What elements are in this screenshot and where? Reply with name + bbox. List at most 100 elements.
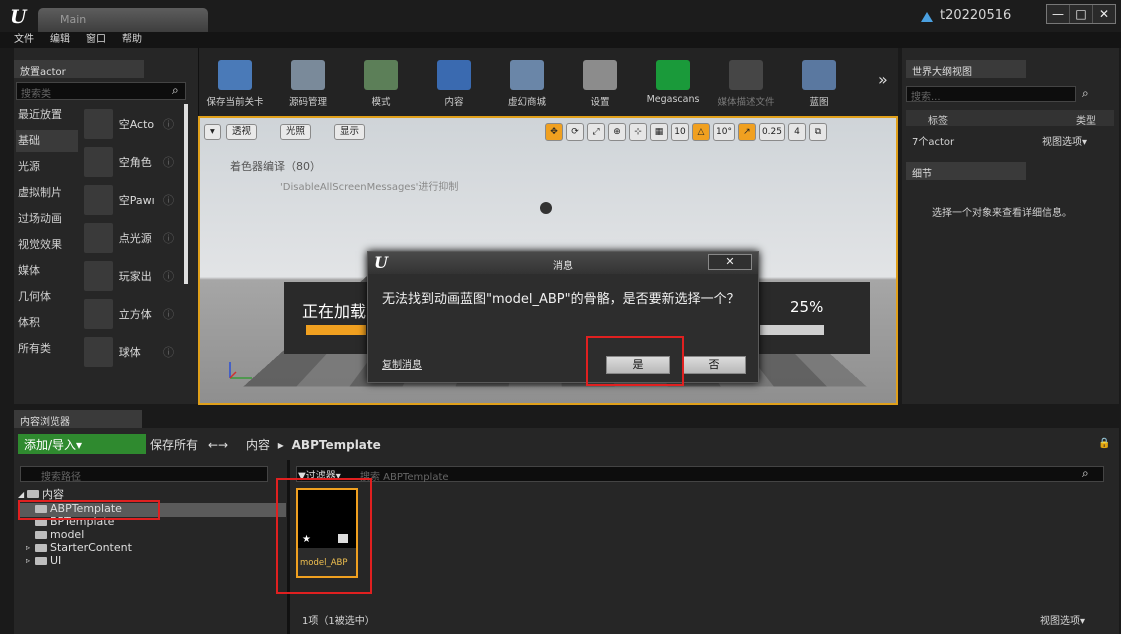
maximize-button[interactable]: □: [1070, 5, 1093, 23]
save-all-button[interactable]: 保存所有: [150, 436, 198, 453]
tab-main[interactable]: Main: [38, 8, 208, 32]
toolbar-button-label: 保存当前关卡: [206, 97, 264, 108]
toolbar-button[interactable]: 蓝图: [784, 60, 854, 108]
place-category[interactable]: 过场动画: [16, 208, 78, 230]
menu-help[interactable]: 帮助: [122, 32, 142, 48]
folder-icon: [35, 543, 47, 552]
project-name: t20220516: [940, 8, 1012, 23]
toolbar-button[interactable]: 虚幻商城: [492, 60, 562, 108]
place-item[interactable]: 空角色 ⓘ: [84, 145, 174, 179]
place-category[interactable]: 虚拟制片: [16, 182, 78, 204]
viewport-tool-button[interactable]: 10°: [713, 123, 735, 141]
toolbar-button[interactable]: 设置: [565, 60, 635, 108]
place-item[interactable]: 球体 ⓘ: [84, 335, 174, 369]
tab-place-actors[interactable]: 放置actor: [14, 60, 144, 78]
close-button[interactable]: ✕: [1093, 5, 1115, 23]
folder-tree-item[interactable]: ▹ StarterContent: [18, 541, 286, 554]
place-category[interactable]: 视觉效果: [16, 234, 78, 256]
search-icon: ⌕: [1082, 466, 1089, 480]
help-icon[interactable]: ⓘ: [163, 344, 174, 360]
place-item[interactable]: 点光源 ⓘ: [84, 221, 174, 255]
viewport-tool-button[interactable]: 0.25: [758, 123, 785, 141]
place-item[interactable]: 立方体 ⓘ: [84, 297, 174, 331]
place-item[interactable]: 空Pawı ⓘ: [84, 183, 174, 217]
toolbar-button[interactable]: 内容: [419, 60, 489, 108]
place-category[interactable]: 最近放置: [16, 104, 78, 126]
viewport-tool-button[interactable]: 10: [671, 123, 689, 141]
loading-percent: 25%: [790, 298, 824, 316]
asset-search-input[interactable]: 搜索 ABPTemplate: [360, 468, 449, 483]
perspective-button[interactable]: 透视: [226, 124, 258, 140]
help-icon[interactable]: ⓘ: [163, 306, 174, 322]
viewport-tool-button[interactable]: ⟳: [566, 123, 584, 141]
tab-details[interactable]: 细节: [906, 162, 1026, 180]
copy-message-link[interactable]: 复制消息: [382, 356, 422, 371]
lit-button[interactable]: 光照: [280, 124, 312, 140]
help-icon[interactable]: ⓘ: [163, 154, 174, 170]
menu-file[interactable]: 文件: [14, 32, 34, 48]
menu-window[interactable]: 窗口: [86, 32, 106, 48]
menu-edit[interactable]: 编辑: [50, 32, 70, 48]
place-item[interactable]: 空Acto ⓘ: [84, 107, 174, 141]
tab-world-outliner[interactable]: 世界大纲视图: [906, 60, 1026, 78]
tab-content-browser[interactable]: 内容浏览器: [14, 410, 142, 428]
help-icon[interactable]: ⓘ: [163, 116, 174, 132]
outliner-view-options[interactable]: 视图选项▾: [1042, 133, 1087, 148]
breadcrumb-root[interactable]: 内容: [246, 438, 270, 452]
place-item[interactable]: 玩家出 ⓘ: [84, 259, 174, 293]
toolbar-button[interactable]: 媒体描述文件: [711, 60, 781, 108]
viewport-tool-button[interactable]: ⧉: [809, 123, 827, 141]
lock-icon[interactable]: 🔒: [1098, 438, 1110, 449]
dialog-close-button[interactable]: ✕: [708, 254, 752, 270]
viewport-tool-button[interactable]: ⊕: [608, 123, 626, 141]
nav-arrows[interactable]: ←→: [208, 438, 228, 452]
outliner-search-input[interactable]: 搜索...: [906, 86, 1076, 103]
path-search-input[interactable]: 搜索路径: [20, 466, 268, 483]
expand-arrow-icon[interactable]: ◢: [18, 490, 24, 499]
toolbar-icon: [437, 60, 471, 90]
viewport-tool-button[interactable]: ⤢: [587, 123, 605, 141]
actor-thumbnail-icon: [84, 147, 113, 177]
viewport-tool-button[interactable]: ✥: [545, 123, 563, 141]
minimize-button[interactable]: —: [1047, 5, 1070, 23]
place-category[interactable]: 光源: [16, 156, 78, 178]
column-label[interactable]: 标签: [928, 112, 948, 127]
toolbar-more-button[interactable]: »: [878, 70, 888, 89]
place-category[interactable]: 几何体: [16, 286, 78, 308]
expand-arrow-icon[interactable]: ▹: [26, 556, 32, 565]
viewport-options-button[interactable]: ▾: [204, 124, 221, 140]
toolbar-icon: [364, 60, 398, 90]
show-button[interactable]: 显示: [334, 124, 366, 140]
place-item-label: 空Pawı: [118, 194, 155, 207]
place-category[interactable]: 媒体: [16, 260, 78, 282]
folder-tree-item[interactable]: model: [18, 528, 286, 541]
toolbar-button[interactable]: 保存当前关卡: [200, 60, 270, 108]
toolbar-button[interactable]: 源码管理: [273, 60, 343, 108]
toolbar-button[interactable]: 模式: [346, 60, 416, 108]
expand-arrow-icon[interactable]: ▹: [26, 543, 32, 552]
content-view-options[interactable]: 视图选项▾: [1040, 612, 1085, 627]
viewport-tool-button[interactable]: 4: [788, 123, 806, 141]
viewport-tool-button[interactable]: △: [692, 123, 710, 141]
place-scrollbar[interactable]: [184, 104, 188, 284]
actor-thumbnail-icon: [84, 223, 113, 253]
place-category[interactable]: 所有类: [16, 338, 78, 360]
no-button[interactable]: 否: [682, 356, 746, 374]
breadcrumb-current[interactable]: ABPTemplate: [292, 438, 381, 452]
viewport-tool-button[interactable]: ↗: [737, 123, 756, 141]
place-category[interactable]: 基础: [16, 130, 78, 152]
class-search-input[interactable]: 搜索类: [16, 82, 186, 100]
toolbar-button[interactable]: Megascans: [638, 60, 708, 105]
place-item-label: 空Acto: [118, 118, 155, 131]
viewport-tool-button[interactable]: ⊹: [629, 123, 647, 141]
place-item-label: 玩家出: [118, 270, 152, 283]
help-icon[interactable]: ⓘ: [163, 230, 174, 246]
viewport-tool-button[interactable]: ▦: [650, 123, 668, 141]
help-icon[interactable]: ⓘ: [163, 268, 174, 284]
sphere-icon: [540, 202, 552, 214]
help-icon[interactable]: ⓘ: [163, 192, 174, 208]
folder-tree-item[interactable]: ▹ UI: [18, 554, 286, 567]
add-import-button[interactable]: 添加/导入▾: [18, 434, 146, 454]
place-category[interactable]: 体积: [16, 312, 78, 334]
column-type[interactable]: 类型: [1076, 112, 1096, 127]
